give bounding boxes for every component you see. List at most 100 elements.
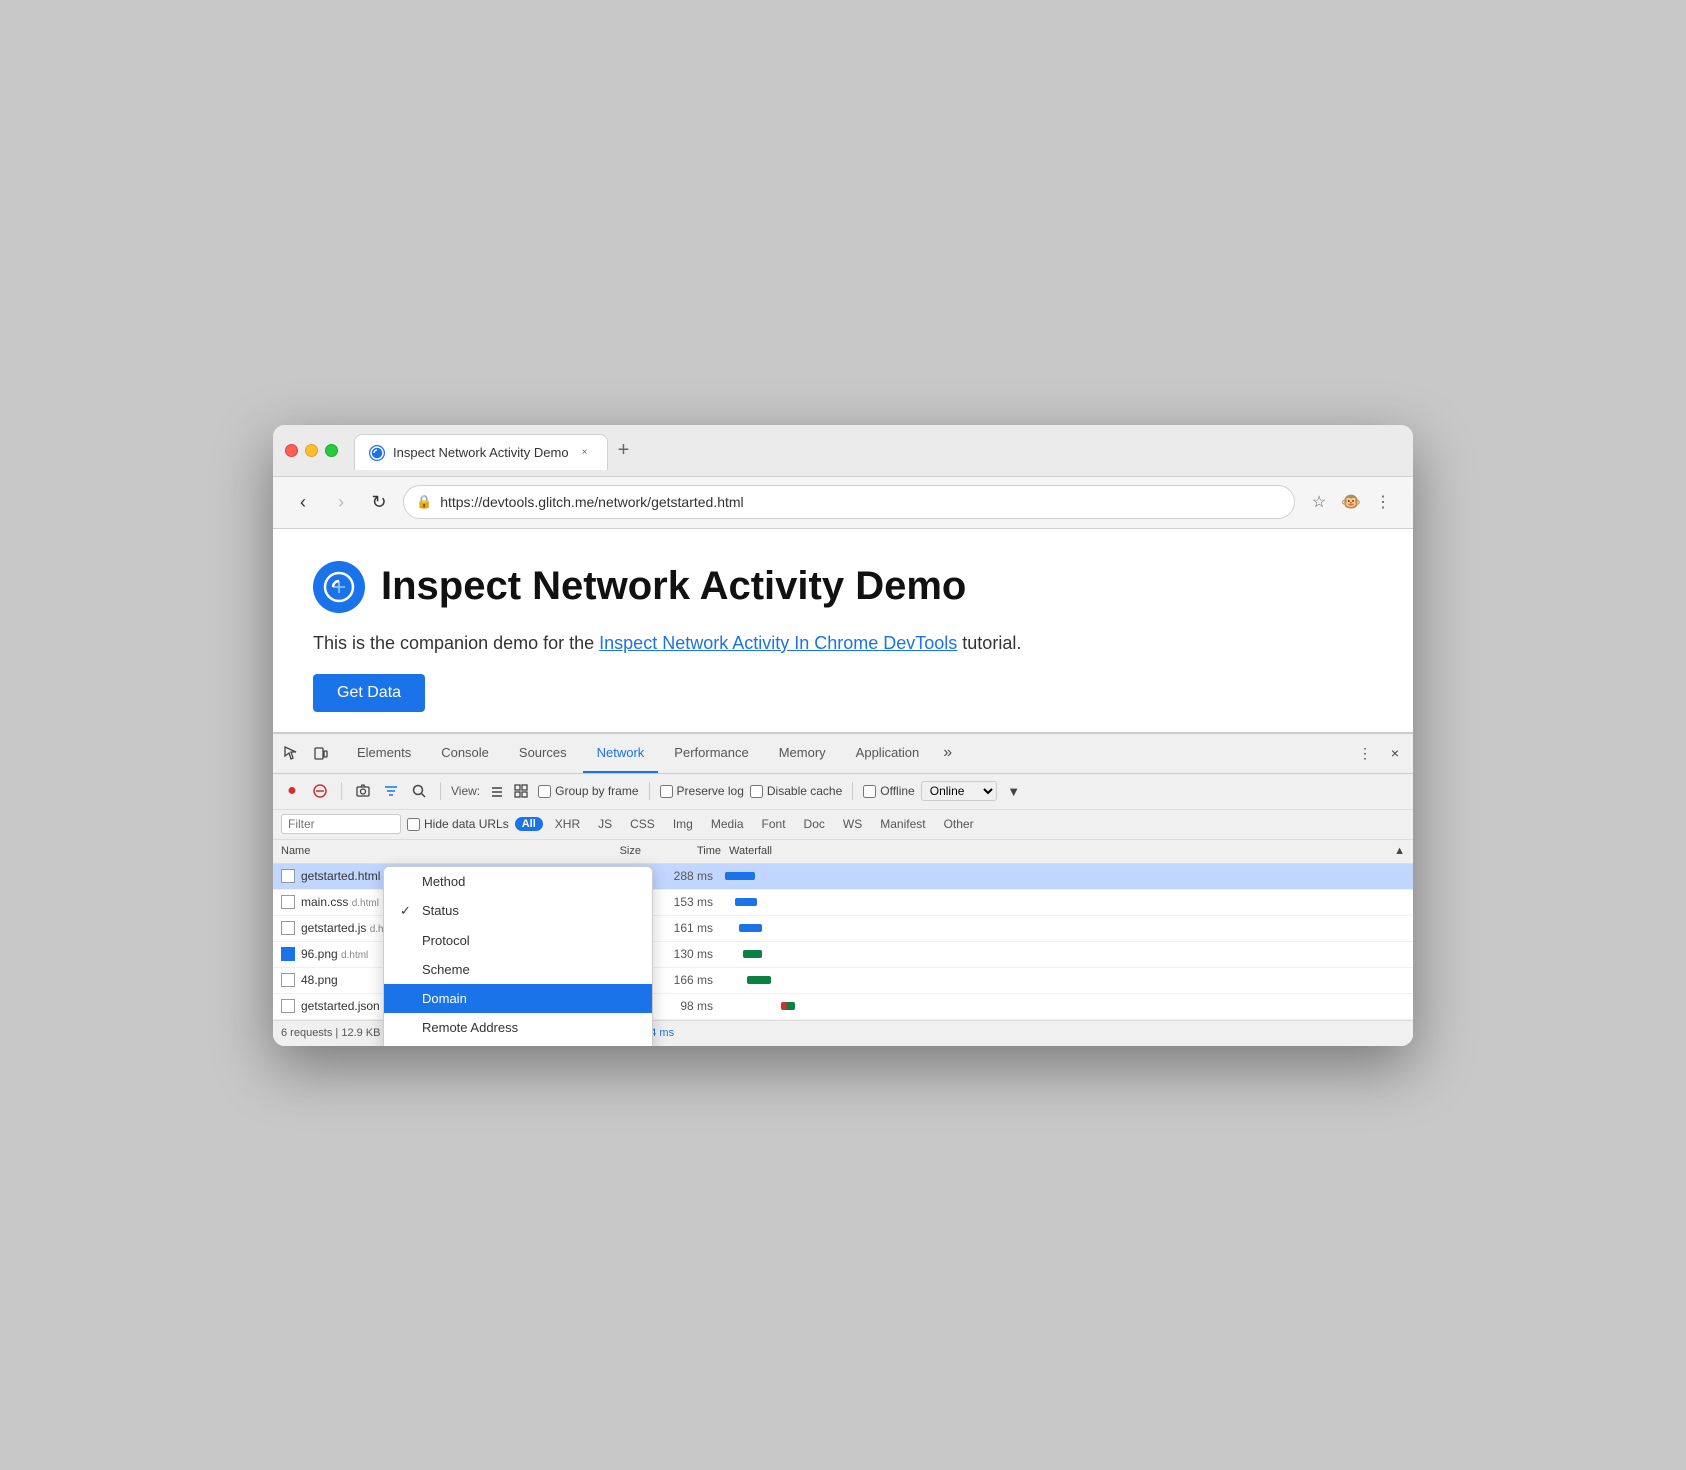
filter-xhr[interactable]: XHR [549, 815, 586, 833]
tab-memory[interactable]: Memory [765, 733, 840, 773]
menu-button[interactable]: ⋮ [1369, 488, 1397, 516]
row-waterfall [713, 1002, 1413, 1010]
bookmark-button[interactable]: ☆ [1305, 488, 1333, 516]
throttle-dropdown-icon[interactable]: ▼ [1003, 780, 1025, 802]
cm-status[interactable]: ✓ Status [384, 896, 652, 926]
filter-font[interactable]: Font [756, 815, 792, 833]
list-view-button[interactable] [486, 780, 508, 802]
filter-manifest[interactable]: Manifest [874, 815, 931, 833]
screenshot-button[interactable] [352, 780, 374, 802]
devtools-link[interactable]: Inspect Network Activity In Chrome DevTo… [599, 633, 957, 653]
hide-data-urls-checkbox[interactable]: Hide data URLs [407, 817, 509, 831]
page-logo [313, 561, 365, 613]
network-toolbar: ● View: [273, 774, 1413, 810]
row-waterfall [713, 872, 1413, 880]
back-button[interactable]: ‹ [289, 488, 317, 516]
context-menu: Method ✓ Status Protocol Scheme [383, 866, 653, 1046]
search-icon[interactable] [408, 780, 430, 802]
tab-application[interactable]: Application [842, 733, 934, 773]
filter-other[interactable]: Other [938, 815, 980, 833]
subtitle-suffix: tutorial. [957, 633, 1021, 653]
browser-window: Inspect Network Activity Demo × + ‹ › ↻ … [273, 425, 1413, 1046]
cm-domain[interactable]: Domain [384, 984, 652, 1013]
page-header: Inspect Network Activity Demo [313, 561, 1373, 613]
filter-ws[interactable]: WS [837, 815, 868, 833]
tab-bar: Inspect Network Activity Demo × + [354, 432, 1401, 468]
devtools-panel: Elements Console Sources Network Perform… [273, 732, 1413, 1046]
browser-toolbar-icons: ☆ 🐵 ⋮ [1305, 488, 1397, 516]
active-tab[interactable]: Inspect Network Activity Demo × [354, 434, 608, 470]
filter-doc[interactable]: Doc [798, 815, 831, 833]
row-waterfall [713, 898, 1413, 906]
address-bar: ‹ › ↻ 🔒 https://devtools.glitch.me/netwo… [273, 477, 1413, 529]
tab-network[interactable]: Network [583, 733, 659, 773]
network-table: Name Size Time Waterfall ▲ getstarted.ht… [273, 840, 1413, 1046]
file-icon [281, 921, 295, 935]
cm-protocol[interactable]: Protocol [384, 926, 652, 955]
page-title: Inspect Network Activity Demo [381, 564, 966, 609]
devtools-more-button[interactable]: ⋮ [1351, 739, 1379, 767]
page-content: Inspect Network Activity Demo This is th… [273, 529, 1413, 732]
lock-icon: 🔒 [416, 494, 432, 510]
file-icon [281, 973, 295, 987]
row-waterfall [713, 976, 1413, 984]
row-waterfall [713, 924, 1413, 932]
filter-input[interactable] [281, 814, 401, 834]
preserve-log-checkbox[interactable]: Preserve log [660, 784, 744, 798]
devtools-cursor-icons [277, 739, 335, 767]
devtools-close-button[interactable]: × [1381, 739, 1409, 767]
url-bar[interactable]: 🔒 https://devtools.glitch.me/network/get… [403, 485, 1295, 519]
network-filter-bar: Hide data URLs All XHR JS CSS Img Media … [273, 810, 1413, 840]
forward-button[interactable]: › [327, 488, 355, 516]
more-tabs-button[interactable]: » [935, 744, 960, 762]
traffic-lights [285, 444, 338, 457]
file-icon [281, 947, 295, 961]
grid-view-button[interactable] [510, 780, 532, 802]
cm-method[interactable]: Method [384, 867, 652, 896]
tab-elements[interactable]: Elements [343, 733, 425, 773]
page-subtitle: This is the companion demo for the Inspe… [313, 633, 1373, 654]
filter-js[interactable]: JS [592, 815, 618, 833]
profile-button[interactable]: 🐵 [1337, 488, 1365, 516]
cm-remote-address[interactable]: Remote Address [384, 1013, 652, 1042]
filter-img[interactable]: Img [667, 815, 699, 833]
maximize-window-button[interactable] [325, 444, 338, 457]
close-window-button[interactable] [285, 444, 298, 457]
view-buttons [486, 780, 532, 802]
filter-icon[interactable] [380, 780, 402, 802]
filter-media[interactable]: Media [705, 815, 750, 833]
tab-console[interactable]: Console [427, 733, 503, 773]
offline-checkbox[interactable]: Offline [863, 784, 914, 798]
title-bar: Inspect Network Activity Demo × + [273, 425, 1413, 477]
refresh-button[interactable]: ↻ [365, 488, 393, 516]
filter-css[interactable]: CSS [624, 815, 661, 833]
col-waterfall[interactable]: Waterfall ▲ [721, 845, 1413, 857]
subtitle-prefix: This is the companion demo for the [313, 633, 599, 653]
disable-cache-checkbox[interactable]: Disable cache [750, 784, 842, 798]
device-emulation-button[interactable] [307, 739, 335, 767]
online-select[interactable]: Online Fast 3G Slow 3G Offline [921, 781, 997, 801]
get-data-button[interactable]: Get Data [313, 674, 425, 712]
tab-sources[interactable]: Sources [505, 733, 581, 773]
group-by-frame-checkbox[interactable]: Group by frame [538, 784, 638, 798]
new-tab-button[interactable]: + [608, 440, 640, 460]
row-waterfall [713, 950, 1413, 958]
file-icon [281, 869, 295, 883]
record-button[interactable]: ● [281, 780, 303, 802]
minimize-window-button[interactable] [305, 444, 318, 457]
cm-scheme[interactable]: Scheme [384, 955, 652, 984]
element-picker-button[interactable] [277, 739, 305, 767]
col-name[interactable]: Name [281, 845, 561, 857]
cm-type[interactable]: ✓ Type [384, 1042, 652, 1046]
tab-title: Inspect Network Activity Demo [393, 445, 569, 460]
clear-button[interactable] [309, 780, 331, 802]
col-size[interactable]: Size [561, 845, 641, 857]
all-filter-badge[interactable]: All [515, 817, 543, 831]
view-label: View: [451, 784, 480, 798]
tab-close-button[interactable]: × [577, 445, 593, 461]
sort-arrow: ▲ [1394, 845, 1405, 857]
tab-favicon [369, 445, 385, 461]
tab-performance[interactable]: Performance [660, 733, 762, 773]
network-table-header: Name Size Time Waterfall ▲ [273, 840, 1413, 864]
col-time[interactable]: Time [641, 845, 721, 857]
